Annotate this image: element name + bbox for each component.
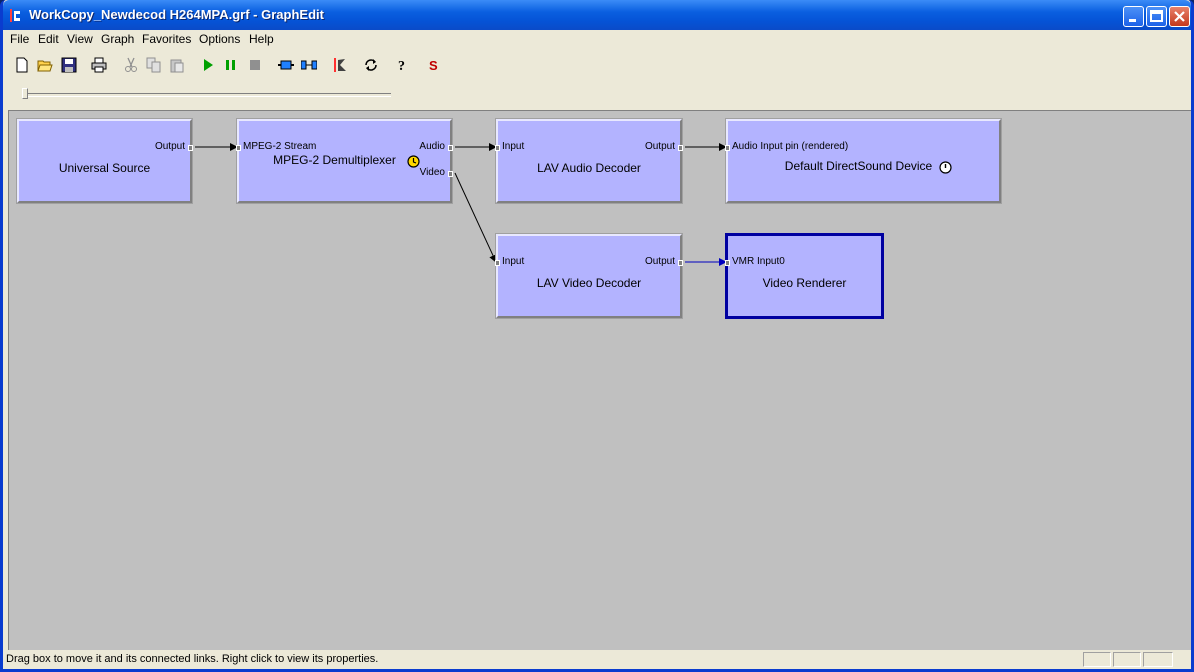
- save-button[interactable]: [58, 54, 80, 76]
- pin-label-video: Video: [419, 167, 445, 178]
- filter-universal-source[interactable]: Output Universal Source: [16, 118, 193, 204]
- menu-view[interactable]: View: [67, 32, 93, 46]
- graph-icon: [334, 58, 346, 72]
- status-panel: [1083, 652, 1111, 667]
- input-pin[interactable]: [725, 145, 730, 151]
- pin-label-output: Output: [154, 141, 185, 152]
- seek-icon: S: [429, 58, 438, 73]
- play-button[interactable]: [197, 54, 219, 76]
- copy-button[interactable]: [143, 54, 165, 76]
- play-icon: [204, 59, 213, 71]
- insert-filter-button[interactable]: [275, 54, 297, 76]
- close-button[interactable]: [1169, 6, 1190, 27]
- graph-button[interactable]: [329, 54, 351, 76]
- menu-help[interactable]: Help: [249, 32, 274, 46]
- open-button[interactable]: [34, 54, 56, 76]
- maximize-button[interactable]: [1146, 6, 1167, 27]
- clock-icon: [939, 161, 952, 174]
- refresh-icon: [365, 59, 377, 71]
- copy-icon: [146, 57, 161, 73]
- menu-graph[interactable]: Graph: [101, 32, 134, 46]
- pause-icon: [226, 60, 235, 70]
- stop-icon: [250, 60, 260, 70]
- filter-video-renderer[interactable]: VMR Input0 Video Renderer: [725, 233, 884, 319]
- input-pin[interactable]: [495, 145, 500, 151]
- status-panel: [1143, 652, 1173, 667]
- filter-name: Default DirectSound Device: [784, 159, 933, 173]
- help-icon: ?: [398, 59, 405, 73]
- stop-button[interactable]: [244, 54, 266, 76]
- minimize-icon: [1129, 19, 1136, 22]
- input-pin[interactable]: [495, 260, 500, 266]
- save-icon: [61, 57, 77, 73]
- pin-label-input: Audio Input pin (rendered): [732, 141, 849, 152]
- title-bar[interactable]: WorkCopy_Newdecod H264MPA.grf - GraphEdi…: [3, 0, 1191, 30]
- insert-filter-icon: [278, 60, 294, 70]
- connect-icon: [301, 60, 317, 70]
- clock-icon: [407, 155, 420, 168]
- status-bar: Drag box to move it and its connected li…: [3, 650, 1191, 669]
- input-pin[interactable]: [725, 260, 730, 266]
- pin-label-output: Output: [644, 256, 675, 267]
- pause-button[interactable]: [220, 54, 242, 76]
- pin-label-output: Output: [644, 141, 675, 152]
- input-pin[interactable]: [236, 145, 241, 151]
- seek-button[interactable]: S: [422, 54, 444, 76]
- filter-name: Universal Source: [58, 161, 151, 175]
- pin-label-input: Input: [502, 141, 525, 152]
- graph-canvas[interactable]: Output Universal Source MPEG-2 Stream Au…: [8, 110, 1191, 650]
- graphedit-window: WorkCopy_Newdecod H264MPA.grf - GraphEdi…: [0, 0, 1194, 672]
- pin-label-input: MPEG-2 Stream: [243, 141, 317, 152]
- connect-button[interactable]: [298, 54, 320, 76]
- toolbar: ? S: [3, 51, 1191, 79]
- filter-name: LAV Audio Decoder: [537, 161, 641, 175]
- output-pin[interactable]: [678, 145, 683, 151]
- filter-mpeg2-demultiplexer[interactable]: MPEG-2 Stream Audio Video MPEG-2 Demulti…: [236, 118, 453, 204]
- minimize-button[interactable]: [1123, 6, 1144, 27]
- seek-bar: [3, 81, 1191, 107]
- help-button[interactable]: ?: [391, 54, 413, 76]
- filter-default-directsound-device[interactable]: Audio Input pin (rendered) Default Direc…: [725, 118, 1002, 204]
- video-output-pin[interactable]: [448, 171, 453, 177]
- link-demux-video[interactable]: [454, 172, 497, 263]
- maximize-icon: [1150, 10, 1163, 22]
- status-text: Drag box to move it and its connected li…: [6, 653, 379, 665]
- app-icon: [10, 9, 20, 22]
- seek-track[interactable]: [25, 93, 391, 97]
- new-button[interactable]: [11, 54, 33, 76]
- print-icon: [91, 57, 107, 73]
- filter-lav-video-decoder[interactable]: Input Output LAV Video Decoder: [495, 233, 683, 319]
- cut-button[interactable]: [120, 54, 142, 76]
- paste-icon: [170, 59, 184, 73]
- pin-label-input: VMR Input0: [732, 256, 785, 267]
- audio-output-pin[interactable]: [448, 145, 453, 151]
- status-panel: [1113, 652, 1141, 667]
- pin-label-input: Input: [502, 256, 525, 267]
- svg-text:?: ?: [398, 59, 405, 73]
- pin-label-audio: Audio: [419, 141, 445, 152]
- filter-name: LAV Video Decoder: [536, 276, 642, 290]
- seek-thumb[interactable]: [22, 88, 28, 99]
- output-pin[interactable]: [188, 145, 193, 151]
- paste-button[interactable]: [166, 54, 188, 76]
- menu-bar: File Edit View Graph Favorites Options H…: [3, 30, 1191, 49]
- open-icon: [37, 60, 53, 72]
- window-title: WorkCopy_Newdecod H264MPA.grf - GraphEdi…: [29, 7, 324, 22]
- cut-icon: [125, 57, 137, 72]
- menu-edit[interactable]: Edit: [38, 32, 59, 46]
- close-icon: [1174, 11, 1185, 22]
- filter-name: Video Renderer: [762, 276, 847, 290]
- refresh-button[interactable]: [360, 54, 382, 76]
- menu-file[interactable]: File: [10, 32, 29, 46]
- menu-favorites[interactable]: Favorites: [142, 32, 191, 46]
- filter-lav-audio-decoder[interactable]: Input Output LAV Audio Decoder: [495, 118, 683, 204]
- menu-options[interactable]: Options: [199, 32, 240, 46]
- print-button[interactable]: [88, 54, 110, 76]
- new-icon: [16, 57, 28, 73]
- seek-label: S: [429, 58, 438, 73]
- output-pin[interactable]: [678, 260, 683, 266]
